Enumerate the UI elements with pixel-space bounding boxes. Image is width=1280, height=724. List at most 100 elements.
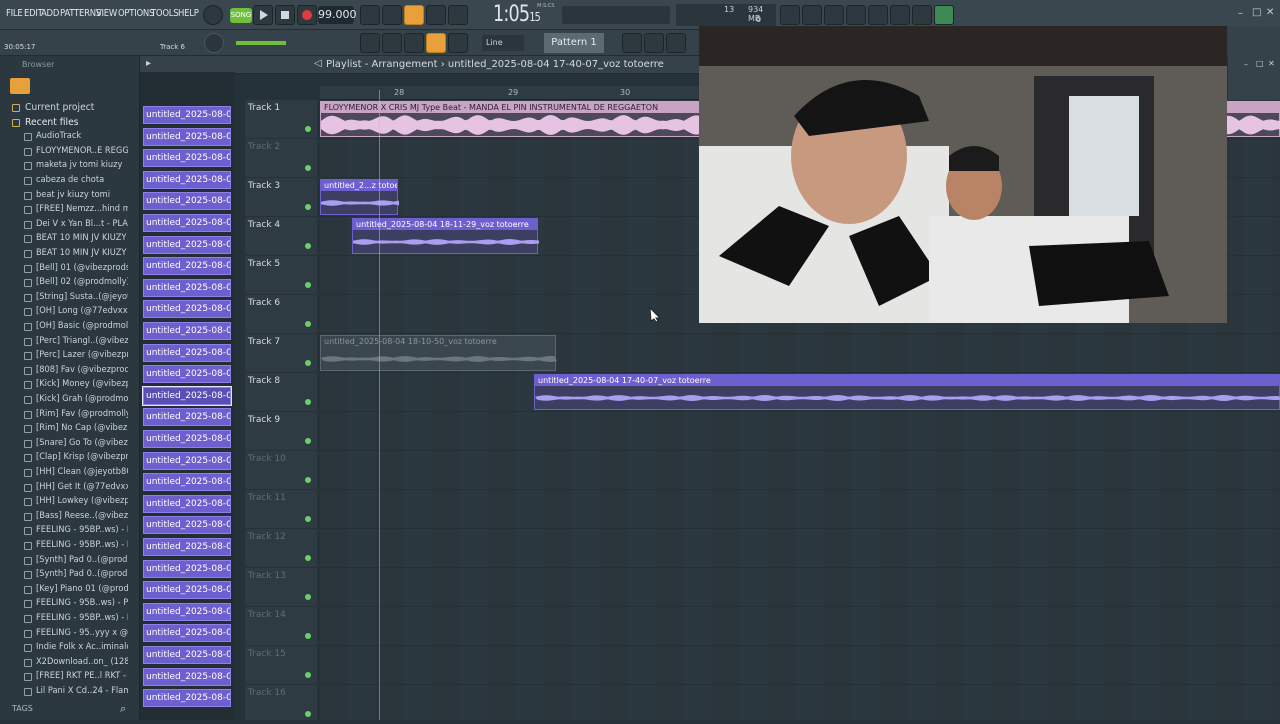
playhead[interactable]	[379, 90, 380, 720]
track-lane[interactable]	[320, 451, 1280, 490]
browser-item[interactable]: maketa jv tomi kiuzy	[36, 160, 128, 170]
chat-icon[interactable]	[912, 5, 932, 25]
browser-item[interactable]: [OH] Basic (@prodmolly)	[36, 321, 128, 331]
browser-item[interactable]: [Clap] Krisp (@vibezprods)	[36, 452, 128, 462]
clip-source-item[interactable]: untitled_2025-08-04 17-...	[143, 430, 231, 448]
audio-clip[interactable]: untitled_2025-08-04 18-10-50_voz totoerr…	[320, 335, 557, 371]
menu-tools[interactable]: TOOLS	[151, 8, 179, 19]
clip-source-item[interactable]: untitled_2025-08-04 17-...	[143, 408, 231, 427]
track-header[interactable]: Track 4	[245, 217, 317, 256]
clip-source-item[interactable]: untitled_2025-08-04 17-...	[143, 343, 231, 362]
browser-item[interactable]: [Synth] Pad 0..(@prodmolly)	[36, 569, 128, 579]
loop-record-icon[interactable]	[448, 5, 468, 25]
browser-item[interactable]: [FREE] Nemzz...hind my Back	[36, 204, 128, 214]
undo-icon[interactable]	[780, 5, 800, 25]
track-enable-led[interactable]	[305, 672, 311, 678]
menu-options[interactable]: OPTIONS	[118, 8, 154, 19]
track-header[interactable]: Track 2	[245, 139, 317, 178]
save-icon[interactable]	[868, 5, 888, 25]
browser-item[interactable]: FEELING - 95B..ws) - Part_2	[36, 598, 128, 608]
track-lane[interactable]	[320, 607, 1280, 646]
clip-source-item[interactable]: untitled_2025-08-04 17-...	[143, 170, 231, 189]
track-enable-led[interactable]	[305, 477, 311, 483]
audio-clip[interactable]: untitled_2...z totoerre	[320, 179, 399, 215]
menu-patterns[interactable]: PATTERNS	[60, 8, 101, 19]
clip-source-item[interactable]: untitled_2025-08-04 17-...	[142, 385, 232, 406]
track-enable-led[interactable]	[305, 321, 311, 327]
step-edit-icon[interactable]	[426, 5, 446, 25]
clip-source-item[interactable]: untitled_2025-08-04 18-...	[143, 494, 231, 513]
browser-item[interactable]: [HH] Clean (@jeyotb808)	[36, 467, 128, 477]
clip-source-item[interactable]: untitled_2025-08-04 17-...	[143, 192, 231, 211]
minimize-icon[interactable]: –	[1244, 60, 1248, 69]
browser-item[interactable]: Indie Folk x Ac..iminaldream	[36, 642, 128, 652]
track-header[interactable]: Track 8	[245, 373, 317, 412]
track-lane[interactable]	[320, 568, 1280, 607]
browser-item[interactable]: [String] Susta..(@jeyotb808)	[36, 292, 128, 302]
track-enable-led[interactable]	[305, 399, 311, 405]
clip-source-item[interactable]: untitled_2025-08-04 18-...	[143, 516, 231, 535]
track-enable-led[interactable]	[305, 243, 311, 249]
track-header[interactable]: Track 12	[245, 529, 317, 568]
track-enable-led[interactable]	[305, 516, 311, 522]
browser-item[interactable]: Current project	[25, 102, 117, 113]
clip-source-item[interactable]: untitled_2025-08-04 18-...	[143, 473, 231, 492]
clip-source-item[interactable]: untitled_2025-08-04 17-...	[143, 149, 231, 168]
browser-item[interactable]: [Bass] Reese..(@vibezprods)	[36, 511, 128, 521]
browser-item[interactable]: FEELING - 95BP..ws) - Part_3	[36, 540, 128, 550]
master-pitch-knob[interactable]	[204, 33, 224, 53]
browser-item[interactable]: BEAT 10 MIN JV KIUZY TOMI	[36, 233, 128, 243]
clip-source-item[interactable]: untitled_2025-08-04 18-...	[143, 538, 231, 556]
cut-icon[interactable]	[802, 5, 822, 25]
browser-item[interactable]: [Synth] Pad 0..(@prodmolly)	[36, 555, 128, 565]
browser-item[interactable]: BEAT 10 MIN JV KIUZY TOMI	[36, 248, 128, 258]
browser-item[interactable]: [Perc] Lazer (@vibezprods)	[36, 350, 128, 360]
browser-item[interactable]: AudioTrack	[36, 131, 128, 141]
playlist-icon[interactable]	[622, 33, 642, 53]
track-header[interactable]: Track 1	[245, 100, 317, 139]
track-enable-led[interactable]	[305, 165, 311, 171]
browser-item[interactable]: [Kick] Money (@vibezprods)	[36, 379, 128, 389]
track-lane[interactable]	[320, 685, 1280, 720]
browser-item[interactable]: beat jv kiuzy tomi	[36, 190, 128, 200]
clip-source-item[interactable]: untitled_2025-08-04 18-...	[143, 667, 231, 686]
clip-source-item[interactable]: untitled_2025-08-04 18-...	[143, 646, 231, 664]
clip-source-item[interactable]: untitled_2025-08-04 18-...	[143, 581, 231, 600]
minimize-icon[interactable]: –	[1238, 8, 1243, 19]
close-icon[interactable]: ✕	[1266, 7, 1274, 18]
microphone-icon[interactable]	[824, 5, 844, 25]
clip-source-item[interactable]: untitled_2025-08-04 17-...	[143, 214, 231, 232]
maximize-icon[interactable]: □	[1252, 7, 1261, 18]
piano-roll-icon[interactable]	[644, 33, 664, 53]
clip-source-item[interactable]: untitled_2025-08-04 18-...	[143, 451, 231, 470]
maximize-icon[interactable]: □	[1256, 59, 1264, 68]
browser-item[interactable]: [Key] Piano 01 (@prodmolly)	[36, 584, 128, 594]
browser-item[interactable]: X2Download..on_ (128 kbps)	[36, 657, 128, 667]
track-header[interactable]: Track 11	[245, 490, 317, 529]
channel-rack-icon[interactable]	[666, 33, 686, 53]
track-header[interactable]: Track 14	[245, 607, 317, 646]
song-mode-toggle[interactable]: SONG	[230, 8, 252, 23]
clip-source-item[interactable]: untitled_2025-08-04 18-...	[143, 689, 231, 708]
clip-source-item[interactable]: untitled_2025-08-04 17-...	[143, 322, 231, 340]
browser-item[interactable]: [Rim] No Cap (@vibezprods)	[36, 423, 128, 433]
clip-source-item[interactable]: untitled_2025-08-04 18-...	[143, 559, 231, 578]
menu-file[interactable]: FILE	[6, 8, 23, 19]
search-icon[interactable]: ⌕	[120, 702, 126, 716]
browser-item[interactable]: [Bell] 01 (@vibezprods)	[36, 263, 128, 273]
browser-item[interactable]: FEELING - 95BP..ws) - Part_1	[36, 613, 128, 623]
track-lane[interactable]	[320, 490, 1280, 529]
track-enable-led[interactable]	[305, 126, 311, 132]
browser-item[interactable]: cabeza de chota	[36, 175, 128, 185]
clip-source-item[interactable]: untitled_2025-08-04 17-...	[143, 278, 231, 297]
play-button[interactable]	[253, 5, 273, 25]
track-header[interactable]: Track 15	[245, 646, 317, 685]
clip-source-item[interactable]: untitled_2025-08-04 17-...	[143, 106, 231, 124]
track-enable-led[interactable]	[305, 360, 311, 366]
browser-item[interactable]: FEELING - 95BP..ws) - Part_4	[36, 525, 128, 535]
clip-source-item[interactable]: untitled_2025-08-04 17-...	[143, 365, 231, 384]
browser-item[interactable]: Dei V x Yan Bl...t - PLAN B (1)	[36, 219, 128, 229]
playlist-arrow-icon[interactable]: ▸	[146, 58, 151, 69]
menu-help[interactable]: HELP	[178, 8, 199, 19]
track-header[interactable]: Track 16	[245, 685, 317, 724]
